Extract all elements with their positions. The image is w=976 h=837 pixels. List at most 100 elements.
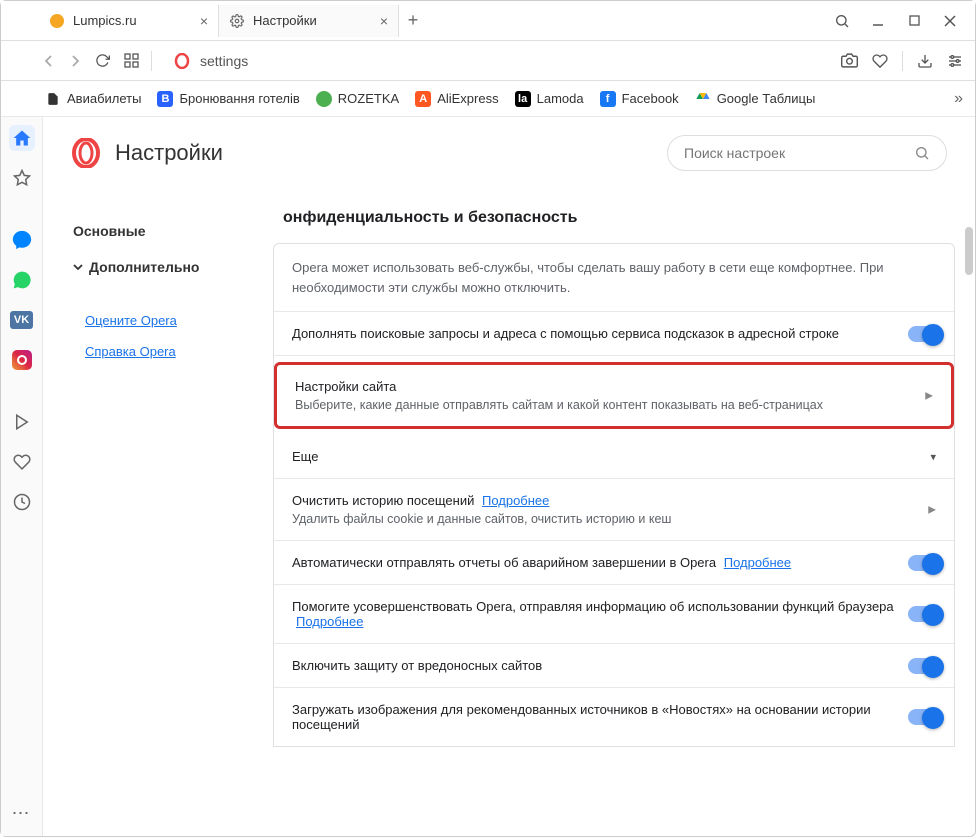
nav-advanced-label: Дополнительно: [89, 259, 199, 275]
rail-more[interactable]: ⋯: [9, 800, 35, 826]
download-icon[interactable]: [917, 53, 933, 69]
row-site-settings[interactable]: Настройки сайта Выберите, какие данные о…: [277, 365, 951, 426]
new-tab-button[interactable]: +: [399, 7, 427, 35]
row-label: Дополнять поисковые запросы и адреса с п…: [292, 326, 910, 341]
rail-home[interactable]: [9, 125, 35, 151]
bookmark-facebook[interactable]: f Facebook: [600, 91, 679, 107]
forward-button[interactable]: [69, 55, 81, 67]
close-button[interactable]: [941, 12, 959, 30]
chevron-down-icon: ▾: [930, 450, 936, 463]
bookmark-aliexpress[interactable]: A AliExpress: [415, 91, 498, 107]
easy-setup-icon[interactable]: [947, 53, 963, 69]
chevron-right-icon: ▶: [925, 390, 933, 401]
address-bar: settings: [1, 41, 975, 81]
rail-whatsapp[interactable]: [9, 267, 35, 293]
toggle-crash-reports[interactable]: [908, 555, 942, 571]
row-autocomplete: Дополнять поисковые запросы и адреса с п…: [274, 312, 954, 356]
bookmark-label: AliExpress: [437, 91, 498, 106]
settings-nav: Основные Дополнительно Оцените Opera Спр…: [43, 189, 273, 836]
row-label: Еще: [292, 449, 910, 464]
gear-icon: [229, 13, 245, 29]
reload-button[interactable]: [95, 53, 110, 68]
rozetka-icon: [316, 91, 332, 107]
divider: [902, 51, 903, 71]
rail-bookmarks[interactable]: [9, 165, 35, 191]
search-icon: [914, 145, 930, 161]
row-title: Очистить историю посещений Подробнее: [292, 493, 910, 508]
settings-page: Настройки Основные Дополнительно Оцените…: [43, 117, 975, 836]
window-controls: [833, 12, 967, 30]
rail-personal-news[interactable]: [9, 449, 35, 475]
bookmark-booking[interactable]: B Бронювання готелів: [157, 91, 299, 107]
nav-advanced[interactable]: Дополнительно: [61, 249, 273, 285]
tab-lumpics[interactable]: Lumpics.ru ×: [39, 5, 219, 37]
close-icon[interactable]: ×: [200, 13, 208, 29]
privacy-card: Opera может использовать веб-службы, что…: [273, 243, 955, 747]
clear-history-label: Очистить историю посещений: [292, 493, 474, 508]
rail-flow[interactable]: [9, 409, 35, 435]
chevron-right-icon: ▶: [928, 504, 936, 515]
row-more[interactable]: Еще ▾: [274, 435, 954, 479]
highlight-site-settings: Настройки сайта Выберите, какие данные о…: [274, 362, 954, 429]
rail-messenger[interactable]: [9, 227, 35, 253]
tab-title: Lumpics.ru: [73, 13, 137, 28]
search-icon[interactable]: [833, 12, 851, 30]
heart-icon[interactable]: [872, 53, 888, 69]
tab-favicon-lumpics: [49, 13, 65, 29]
row-subtitle: Выберите, какие данные отправлять сайтам…: [295, 398, 907, 412]
improve-learn-more[interactable]: Подробнее: [296, 614, 363, 629]
settings-content: онфиденциальность и безопасность Opera м…: [273, 189, 975, 836]
improve-label: Помогите усовершенствовать Opera, отправ…: [292, 599, 894, 614]
opera-icon: [174, 53, 190, 69]
close-icon[interactable]: ×: [380, 13, 388, 29]
row-clear-history[interactable]: Очистить историю посещений Подробнее Уда…: [274, 479, 954, 541]
document-icon: [45, 91, 61, 107]
row-label: Включить защиту от вредоносных сайтов: [292, 658, 910, 673]
booking-icon: B: [157, 91, 173, 107]
bookmark-label: ROZETKA: [338, 91, 399, 106]
row-title: Настройки сайта: [295, 379, 907, 394]
rail-vk[interactable]: VK: [9, 307, 35, 333]
minimize-button[interactable]: [869, 12, 887, 30]
clear-history-learn-more[interactable]: Подробнее: [482, 493, 549, 508]
nav-rate-opera[interactable]: Оцените Opera: [61, 305, 273, 336]
bookmark-rozetka[interactable]: ROZETKA: [316, 91, 399, 107]
toggle-malware[interactable]: [908, 658, 942, 674]
bookmark-google-sheets[interactable]: Google Таблицы: [695, 91, 816, 107]
bookmark-label: Авиабилеты: [67, 91, 141, 106]
scrollbar[interactable]: [965, 227, 973, 275]
tab-settings[interactable]: Настройки ×: [219, 5, 399, 37]
back-button[interactable]: [43, 55, 55, 67]
row-crash-reports: Автоматически отправлять отчеты об авари…: [274, 541, 954, 585]
settings-search[interactable]: [667, 135, 947, 171]
settings-search-input[interactable]: [684, 145, 914, 161]
bookmarks-overflow-button[interactable]: »: [954, 90, 963, 108]
rail-history[interactable]: [9, 489, 35, 515]
lamoda-icon: la: [515, 91, 531, 107]
bookmark-label: Facebook: [622, 91, 679, 106]
bookmark-aviabilety[interactable]: Авиабилеты: [45, 91, 141, 107]
nav-basic[interactable]: Основные: [61, 213, 273, 249]
tab-title: Настройки: [253, 13, 317, 28]
tab-strip: Lumpics.ru × Настройки × +: [9, 5, 833, 37]
nav-help-opera[interactable]: Справка Opera: [61, 336, 273, 367]
bookmark-lamoda[interactable]: la Lamoda: [515, 91, 584, 107]
maximize-button[interactable]: [905, 12, 923, 30]
facebook-icon: f: [600, 91, 616, 107]
bookmark-label: Lamoda: [537, 91, 584, 106]
row-malware-protection: Включить защиту от вредоносных сайтов: [274, 644, 954, 688]
settings-header: Настройки: [43, 117, 975, 189]
snapshot-icon[interactable]: [841, 52, 858, 69]
opera-logo-icon: [71, 138, 101, 168]
speed-dial-button[interactable]: [124, 53, 139, 68]
crash-learn-more[interactable]: Подробнее: [724, 555, 791, 570]
toggle-autocomplete[interactable]: [908, 326, 942, 342]
rail-instagram[interactable]: [9, 347, 35, 373]
address-field[interactable]: settings: [164, 53, 829, 69]
divider: [151, 51, 152, 71]
row-label: Загружать изображения для рекомендованны…: [292, 702, 910, 732]
privacy-intro: Opera может использовать веб-службы, что…: [274, 244, 954, 312]
bookmarks-bar: Авиабилеты B Бронювання готелів ROZETKA …: [1, 81, 975, 117]
toggle-improve[interactable]: [908, 606, 942, 622]
toggle-news-images[interactable]: [908, 709, 942, 725]
